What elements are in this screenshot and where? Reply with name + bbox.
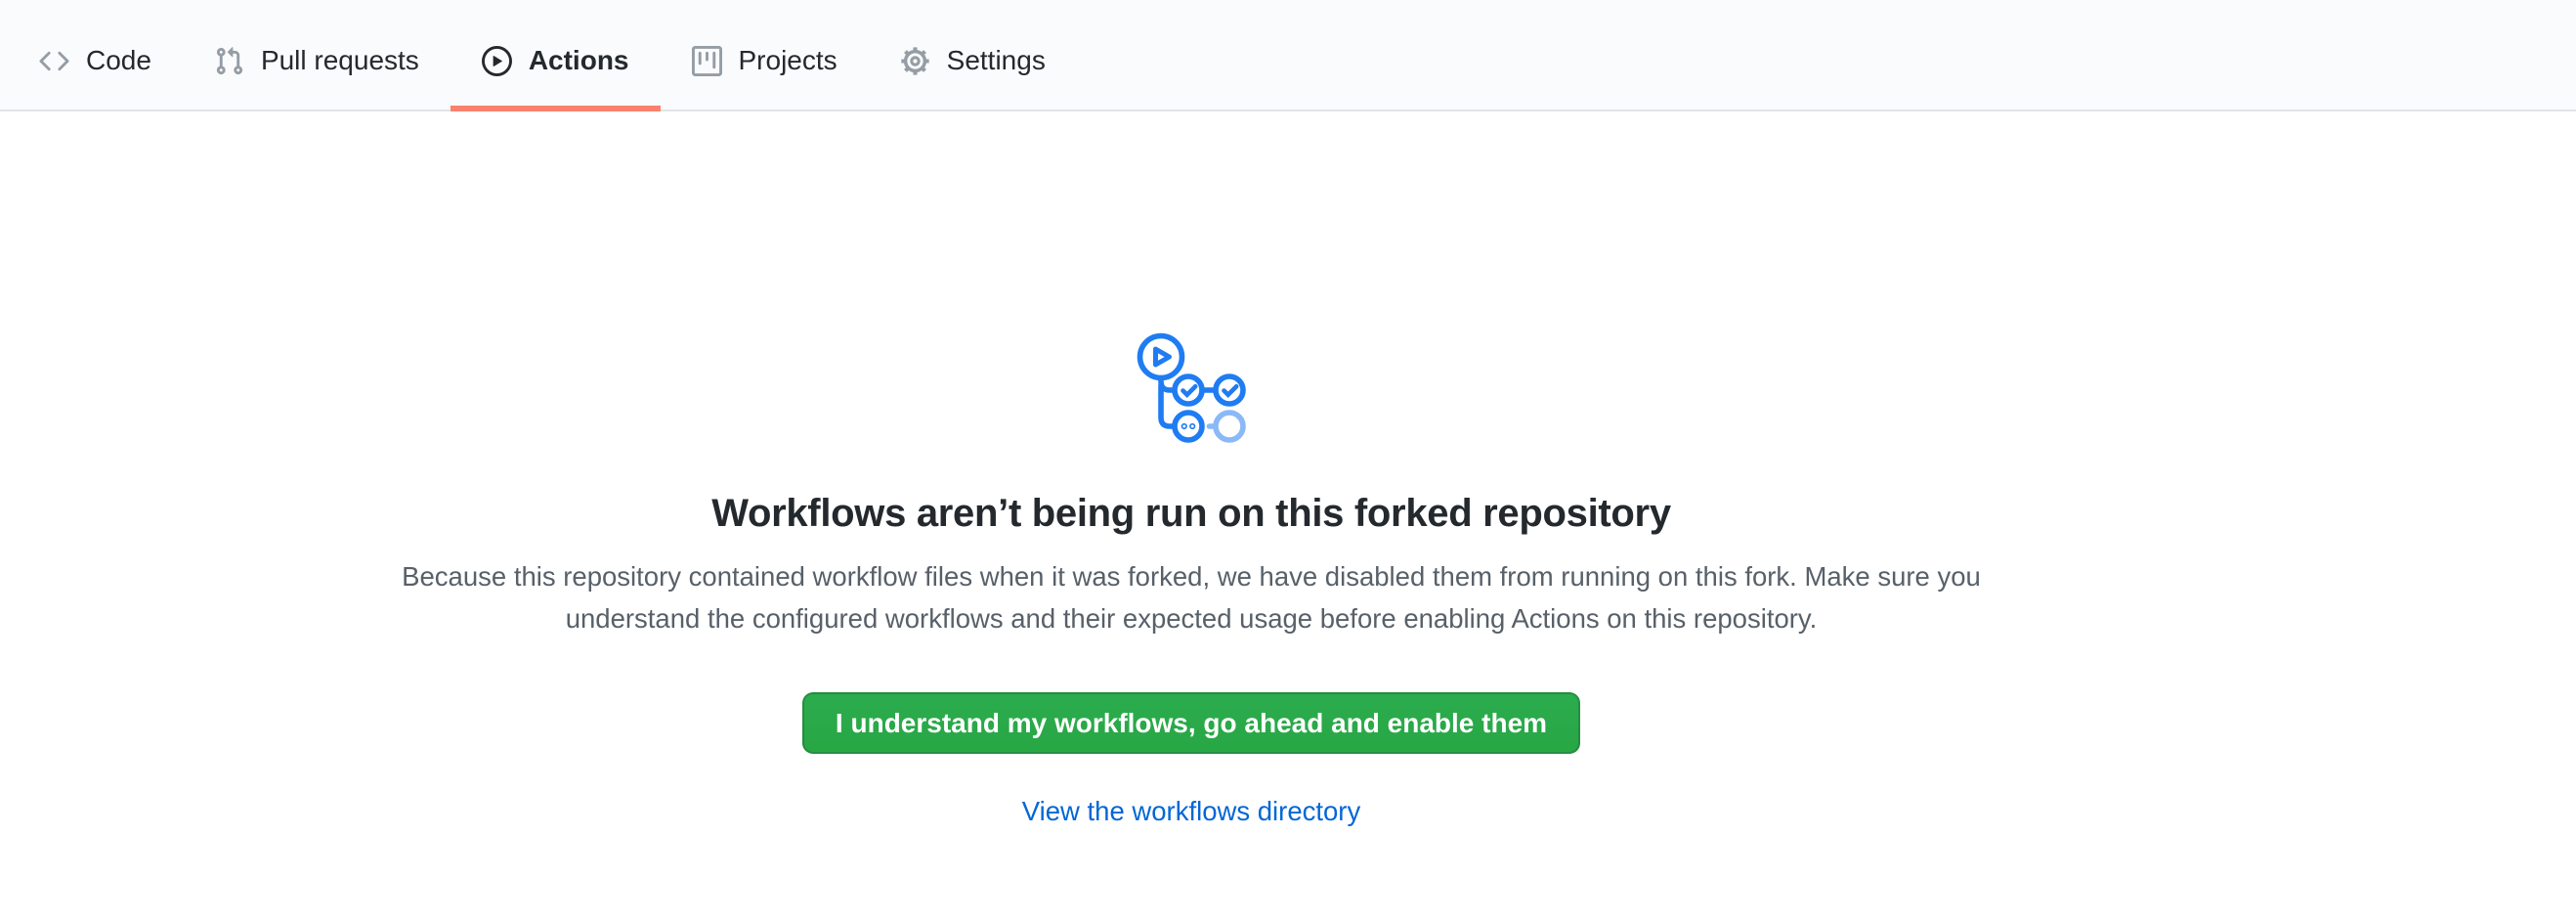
blankslate-title: Workflows aren’t being run on this forke…	[0, 492, 2383, 536]
workflow-graph-icon	[1132, 327, 1251, 448]
view-workflows-directory-link[interactable]: View the workflows directory	[1022, 796, 1360, 826]
tab-label: Settings	[947, 47, 1046, 74]
actions-disabled-blankslate: Workflows aren’t being run on this forke…	[0, 111, 2383, 827]
repo-tab-nav: Code Pull requests Actions Projects Sett…	[0, 0, 2576, 111]
tab-label: Code	[86, 47, 151, 74]
tab-actions[interactable]: Actions	[451, 0, 661, 111]
enable-workflows-button[interactable]: I understand my workflows, go ahead and …	[802, 692, 1580, 754]
tab-label: Projects	[739, 47, 837, 74]
git-pull-request-icon	[214, 46, 244, 76]
project-icon	[692, 46, 722, 76]
tab-projects[interactable]: Projects	[661, 0, 869, 111]
tab-settings[interactable]: Settings	[869, 0, 1077, 111]
tab-code[interactable]: Code	[8, 0, 183, 111]
code-icon	[39, 46, 69, 76]
play-icon	[482, 46, 512, 76]
tab-label: Pull requests	[261, 47, 419, 74]
tab-pull-requests[interactable]: Pull requests	[183, 0, 451, 111]
tab-label: Actions	[529, 47, 629, 74]
blankslate-description: Because this repository contained workfl…	[390, 555, 1993, 639]
gear-icon	[900, 46, 930, 76]
